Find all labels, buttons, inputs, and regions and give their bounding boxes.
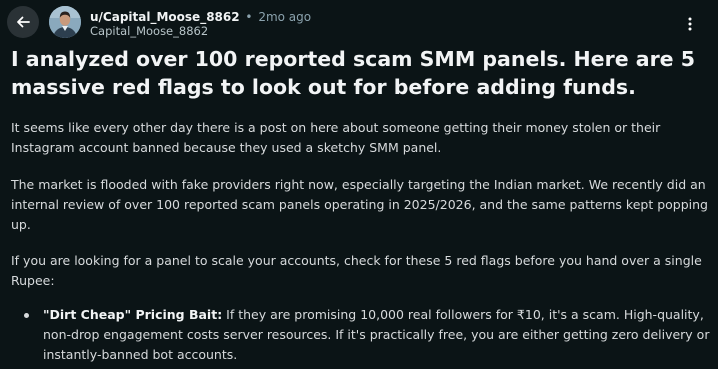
post-paragraph: It seems like every other day there is a… xyxy=(11,120,661,155)
post-header: u/Capital_Moose_8862 • 2mo ago Capital_M… xyxy=(0,0,718,44)
author-display-name: Capital_Moose_8862 xyxy=(90,24,209,38)
post-paragraph: If you are looking for a panel to scale … xyxy=(11,253,702,288)
author-username[interactable]: u/Capital_Moose_8862 xyxy=(90,10,240,24)
post-time: 2mo ago xyxy=(258,10,312,24)
more-options-button[interactable] xyxy=(676,10,704,38)
post-meta: u/Capital_Moose_8862 • 2mo ago xyxy=(90,9,311,25)
user-photo-icon xyxy=(49,6,81,38)
bullet-point xyxy=(24,313,29,318)
post-page: u/Capital_Moose_8862 • 2mo ago Capital_M… xyxy=(0,0,718,369)
list-item-title: "Dirt Cheap" Pricing Bait: xyxy=(43,307,223,322)
ellipsis-vertical-icon xyxy=(688,17,692,31)
back-button[interactable] xyxy=(7,6,39,38)
post-title: I analyzed over 100 reported scam SMM pa… xyxy=(11,47,695,99)
meta-separator: • xyxy=(245,10,253,24)
list-item: "Dirt Cheap" Pricing Bait: If they are p… xyxy=(24,305,711,365)
arrow-left-icon xyxy=(17,16,30,28)
post-paragraph: The market is flooded with fake provider… xyxy=(11,177,708,232)
avatar[interactable] xyxy=(49,6,81,38)
